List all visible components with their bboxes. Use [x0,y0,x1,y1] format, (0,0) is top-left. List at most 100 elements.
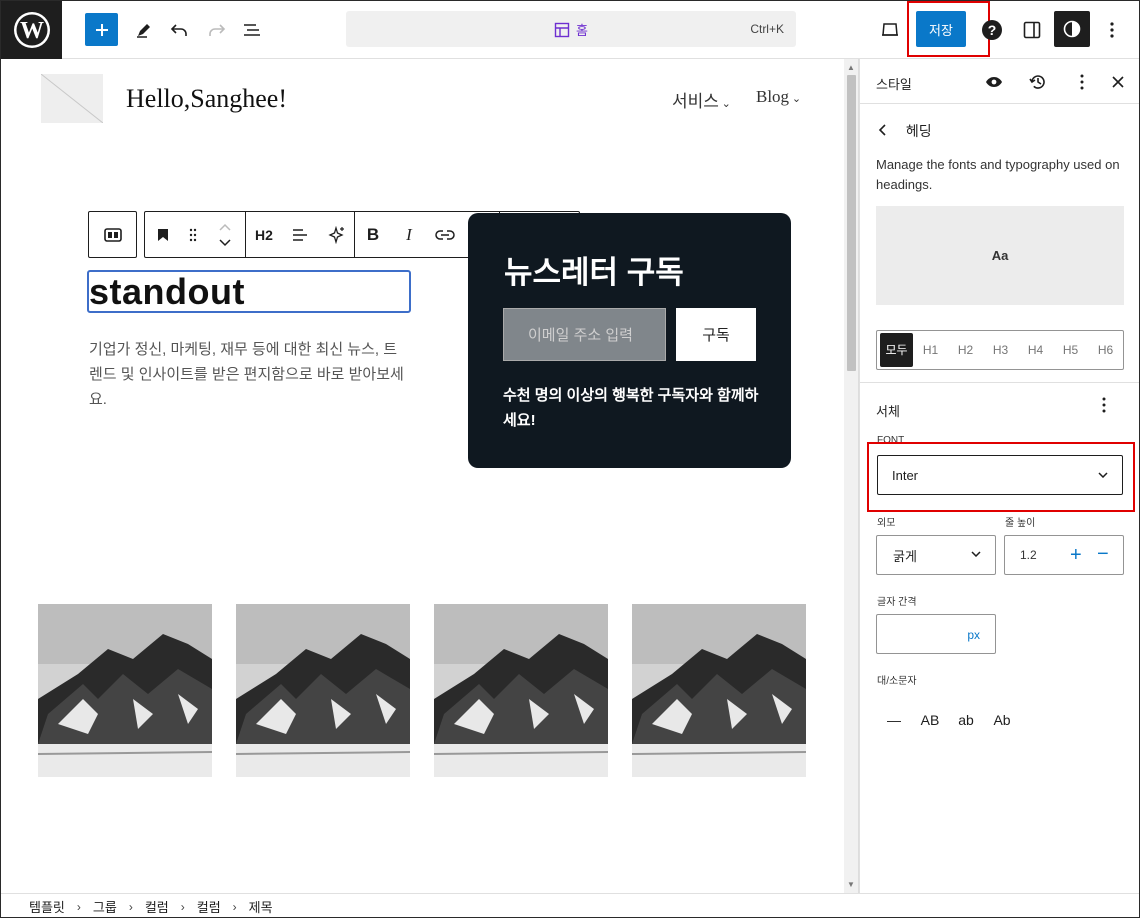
chevron-down-icon: ⌄ [789,93,802,105]
scroll-thumb[interactable] [847,75,856,371]
editor-canvas[interactable]: Hello,Sanghee! 서비스 ⌄ Blog ⌄ H2 B I stand… [1,59,844,893]
undo-icon[interactable] [163,13,197,47]
top-toolbar: W 홈 Ctrl+K 저장 ? [1,1,1139,59]
canvas-scrollbar[interactable]: ▲ ▼ [844,59,859,893]
level-option[interactable]: H4 [1018,343,1053,357]
move-up-down-icon[interactable] [205,212,245,257]
letter-spacing-label: 글자 간격 [877,597,917,608]
breadcrumb-item[interactable]: 컬럼 [197,897,221,916]
breadcrumb-item[interactable]: 그룹 [93,897,117,916]
level-option[interactable]: H6 [1088,343,1123,357]
back-navigation[interactable]: 헤딩 [878,121,932,141]
heading-block[interactable]: standout [89,271,245,313]
editor-window: W 홈 Ctrl+K 저장 ? Hello,Sanghee! 서비스 ⌄ Blo… [0,0,1140,918]
sidebar-title: 스타일 [876,77,912,92]
chevron-left-icon[interactable] [878,123,890,139]
letter-case-option[interactable]: AB [912,705,948,735]
bold-icon[interactable]: B [355,212,391,257]
document-title[interactable]: 홈 [346,20,796,39]
document-overview-icon[interactable] [235,13,269,47]
site-title[interactable]: Hello,Sanghee! [126,84,287,114]
level-option[interactable]: H3 [983,343,1018,357]
select-parent-block-button[interactable] [88,211,137,258]
newsletter-card[interactable]: 뉴스레터 구독 이메일 주소 입력 구독 수천 명의 이상의 행복한 구독자와 … [468,213,791,468]
document-bar[interactable]: 홈 Ctrl+K [346,11,796,47]
letter-spacing-unit[interactable]: px [967,628,980,642]
gallery-image[interactable] [236,604,410,777]
align-left-icon[interactable] [282,212,318,257]
block-toolbar-group-move [145,212,246,257]
sidebar-more-icon[interactable] [1070,70,1094,94]
font-family-select[interactable]: Inter [877,455,1123,495]
newsletter-note[interactable]: 수천 명의 이상의 행복한 구독자와 함께하세요! [503,383,763,433]
nav-item-services[interactable]: 서비스 ⌄ [672,87,731,112]
line-height-value: 1.2 [1020,548,1037,562]
nav-item-label: Blog [756,87,790,106]
chevron-down-icon [971,548,981,560]
block-toolbar-group-heading: H2 [246,212,355,257]
gallery-image[interactable] [632,604,806,777]
typography-section-title: 서체 [876,404,900,419]
letter-case-option[interactable]: — [876,705,912,735]
chevron-right-icon: › [232,899,237,914]
drag-handle-icon[interactable] [181,212,205,257]
breadcrumb-item[interactable]: 템플릿 [29,897,65,916]
appearance-select[interactable]: 굵게 [876,535,996,575]
chevron-down-icon [1098,467,1108,481]
sidebar-description: Manage the fonts and typography used on … [876,157,1120,192]
gallery-image[interactable] [434,604,608,777]
gallery-image[interactable] [38,604,212,777]
newsletter-title[interactable]: 뉴스레터 구독 [504,247,684,292]
more-options-icon[interactable] [1095,13,1129,47]
line-height-label: 줄 높이 [1005,518,1036,529]
save-button[interactable]: 저장 [916,11,966,47]
ai-sparkle-icon[interactable] [318,212,354,257]
chevron-right-icon: › [76,899,81,914]
email-input[interactable]: 이메일 주소 입력 [503,308,666,361]
help-icon[interactable]: ? [975,13,1009,47]
sidebar-header: 스타일 [860,59,1139,104]
scroll-up-icon[interactable]: ▲ [847,63,855,72]
level-all-button[interactable]: 모두 [880,333,913,367]
command-shortcut: Ctrl+K [750,22,784,36]
heading-level-selector: 모두 H1 H2 H3 H4 H5 H6 [876,330,1124,370]
add-block-button[interactable] [85,13,118,46]
increment-icon[interactable]: + [1070,544,1082,567]
letter-case-option[interactable]: ab [948,705,984,735]
wordpress-logo-icon[interactable]: W [1,1,62,59]
scroll-down-icon[interactable]: ▼ [847,880,855,889]
breadcrumb-item[interactable]: 컬럼 [145,897,169,916]
bookmark-icon[interactable] [145,212,181,257]
revisions-icon[interactable] [1026,70,1050,94]
redo-icon[interactable] [199,13,233,47]
breadcrumb-item[interactable]: 제목 [249,897,273,916]
chevron-right-icon: › [180,899,185,914]
back-label: 헤딩 [905,123,932,139]
italic-icon[interactable]: I [391,212,427,257]
level-items: H1 H2 H3 H4 H5 H6 [913,343,1123,357]
block-breadcrumb: 템플릿 › 그룹 › 컬럼 › 컬럼 › 제목 [1,893,1139,917]
typography-options-icon[interactable] [1102,397,1106,418]
heading-level-button[interactable]: H2 [246,212,282,257]
site-logo-placeholder[interactable] [41,74,103,123]
level-option[interactable]: H5 [1053,343,1088,357]
close-icon[interactable] [1106,70,1130,94]
level-option[interactable]: H1 [913,343,948,357]
columns-icon [103,227,122,242]
view-icon[interactable] [873,13,907,47]
decrement-icon[interactable]: − [1097,543,1109,566]
template-icon [554,22,570,38]
nav-item-blog[interactable]: Blog ⌄ [756,87,801,107]
paragraph-block[interactable]: 기업가 정신, 마케팅, 재무 등에 대한 최신 뉴스, 트렌드 및 인사이트를… [89,337,409,412]
subscribe-button[interactable]: 구독 [676,308,756,361]
level-option[interactable]: H2 [948,343,983,357]
letter-case-options: — AB ab Ab [876,705,1020,735]
line-height-input[interactable]: 1.2 + − [1004,535,1124,575]
edit-tools-icon[interactable] [127,13,161,47]
link-icon[interactable] [427,212,463,257]
eye-icon[interactable] [982,70,1006,94]
settings-sidebar-icon[interactable] [1015,13,1049,47]
letter-case-option[interactable]: Ab [984,705,1020,735]
letter-spacing-input[interactable]: px [876,614,996,654]
styles-toggle-button[interactable] [1054,11,1090,47]
